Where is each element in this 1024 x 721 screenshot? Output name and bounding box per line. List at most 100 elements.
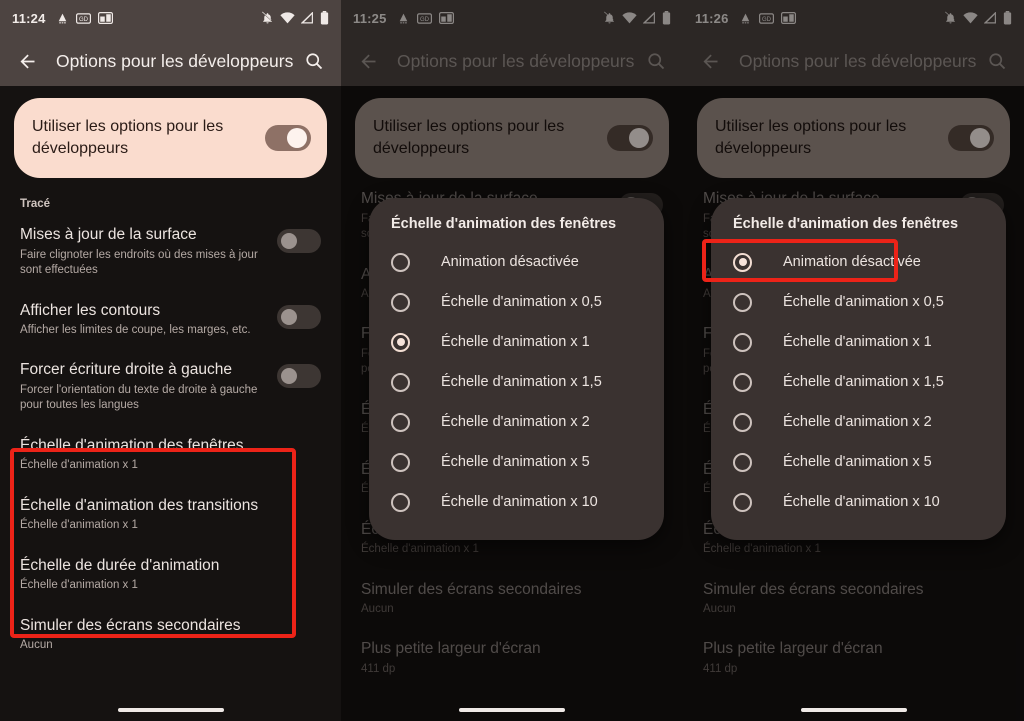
- dialog-option-scale-0-5[interactable]: Échelle d'animation x 0,5: [369, 282, 664, 322]
- dialog-option-scale-5[interactable]: Échelle d'animation x 5: [369, 442, 664, 482]
- screenshot-icon: [97, 12, 113, 24]
- dialog-option-scale-0-5[interactable]: Échelle d'animation x 0,5: [711, 282, 1006, 322]
- status-bar-system-icons: [261, 11, 329, 25]
- row-title: Forcer écriture droite à gauche: [20, 361, 232, 379]
- option-label: Échelle d'animation x 1,5: [441, 374, 602, 390]
- row-simulate-secondary-displays[interactable]: Simuler des écrans secondaires Aucun: [14, 605, 327, 665]
- gd-badge-icon: GD: [75, 12, 91, 24]
- radio-button-selected-icon[interactable]: [733, 252, 752, 272]
- row-title: Échelle de durée d'animation: [20, 556, 220, 574]
- row-transition-animation-scale[interactable]: Échelle d'animation des transitions Éche…: [14, 485, 327, 545]
- dialog-option-scale-2[interactable]: Échelle d'animation x 2: [369, 402, 664, 442]
- dialog-option-scale-1-5[interactable]: Échelle d'animation x 1,5: [369, 362, 664, 402]
- row-subtitle: Faire clignoter les endroits où des mise…: [20, 248, 258, 277]
- row-subtitle: Échelle d'animation x 1: [20, 459, 138, 472]
- row-subtitle: Forcer l'orientation du texte de droite …: [20, 383, 258, 412]
- row-subtitle: Échelle d'animation x 1: [20, 519, 138, 532]
- row-toggle[interactable]: [277, 229, 321, 254]
- row-title: Échelle d'animation des fenêtres: [20, 436, 244, 454]
- adb-icon: [56, 12, 69, 25]
- row-subtitle: Aucun: [20, 638, 53, 651]
- row-show-layout-bounds[interactable]: Afficher les contours Afficher les limit…: [14, 290, 327, 350]
- dialog-option-scale-2[interactable]: Échelle d'animation x 2: [711, 402, 1006, 442]
- master-toggle-card[interactable]: Utiliser les options pour les développeu…: [14, 98, 327, 179]
- dialog-option-scale-10[interactable]: Échelle d'animation x 10: [711, 482, 1006, 522]
- dialog-option-scale-10[interactable]: Échelle d'animation x 10: [369, 482, 664, 522]
- radio-button-icon[interactable]: [391, 252, 410, 272]
- row-toggle[interactable]: [277, 364, 321, 389]
- row-toggle[interactable]: [277, 304, 321, 329]
- option-label: Animation désactivée: [783, 254, 921, 270]
- radio-button-icon[interactable]: [391, 292, 410, 312]
- navigation-bar: [0, 699, 341, 721]
- search-icon[interactable]: [301, 48, 327, 74]
- dialog-title: Échelle d'animation des fenêtres: [733, 216, 959, 232]
- home-handle[interactable]: [117, 708, 224, 712]
- row-window-animation-scale[interactable]: Échelle d'animation des fenêtres Échelle…: [14, 425, 327, 485]
- section-header-trace: Tracé: [20, 198, 51, 211]
- dialog-option-animation-off[interactable]: Animation désactivée: [369, 242, 664, 282]
- window-animation-scale-dialog: Échelle d'animation des fenêtres Animati…: [711, 198, 1006, 540]
- row-subtitle: Afficher les limites de coupe, les marge…: [20, 323, 251, 336]
- option-label: Échelle d'animation x 10: [441, 494, 598, 510]
- radio-button-icon[interactable]: [733, 452, 752, 472]
- radio-button-icon[interactable]: [733, 412, 752, 432]
- master-toggle-label: Utiliser les options pour les développeu…: [32, 118, 224, 158]
- radio-button-icon[interactable]: [391, 412, 410, 432]
- option-label: Échelle d'animation x 1: [441, 334, 590, 350]
- radio-button-icon[interactable]: [733, 492, 752, 512]
- dialog-option-scale-5[interactable]: Échelle d'animation x 5: [711, 442, 1006, 482]
- screen-1-developer-options: 11:24 GD Options pour les développeurs U…: [0, 0, 341, 721]
- screen-3-animation-off-selected: 11:26 GD Options pour les développeurs U…: [683, 0, 1024, 721]
- radio-button-icon[interactable]: [391, 372, 410, 392]
- option-label: Échelle d'animation x 5: [441, 454, 590, 470]
- home-handle[interactable]: [459, 708, 565, 712]
- row-subtitle: Échelle d'animation x 1: [20, 579, 138, 592]
- dialog-option-scale-1[interactable]: Échelle d'animation x 1: [369, 322, 664, 362]
- radio-button-selected-icon[interactable]: [391, 332, 410, 352]
- screenshot-sequence: 11:24 GD Options pour les développeurs U…: [0, 0, 1024, 721]
- radio-button-icon[interactable]: [733, 292, 752, 312]
- navigation-bar: [683, 699, 1024, 721]
- status-bar: 11:24 GD: [0, 0, 341, 36]
- option-label: Échelle d'animation x 2: [783, 414, 932, 430]
- page-title: Options pour les développeurs: [56, 50, 294, 71]
- row-title: Mises à jour de la surface: [20, 226, 197, 244]
- notifications-off-icon: [261, 11, 274, 25]
- battery-icon: [320, 11, 329, 25]
- row-animator-duration-scale[interactable]: Échelle de durée d'animation Échelle d'a…: [14, 545, 327, 605]
- option-label: Échelle d'animation x 10: [783, 494, 940, 510]
- navigation-bar: [341, 699, 683, 721]
- app-bar: Options pour les développeurs: [0, 36, 341, 86]
- radio-button-icon[interactable]: [391, 452, 410, 472]
- option-label: Échelle d'animation x 1: [783, 334, 932, 350]
- signal-icon: [301, 12, 314, 24]
- radio-button-icon[interactable]: [733, 332, 752, 352]
- row-force-rtl[interactable]: Forcer écriture droite à gauche Forcer l…: [14, 349, 327, 424]
- dialog-title: Échelle d'animation des fenêtres: [391, 216, 617, 232]
- radio-button-icon[interactable]: [733, 372, 752, 392]
- row-surface-updates[interactable]: Mises à jour de la surface Faire clignot…: [14, 214, 327, 289]
- arrow-back-icon[interactable]: [14, 48, 40, 74]
- svg-text:GD: GD: [79, 16, 89, 22]
- option-label: Échelle d'animation x 1,5: [783, 374, 944, 390]
- wifi-icon: [280, 12, 295, 24]
- dialog-option-animation-off[interactable]: Animation désactivée: [711, 242, 1006, 282]
- dialog-option-scale-1[interactable]: Échelle d'animation x 1: [711, 322, 1006, 362]
- option-label: Animation désactivée: [441, 254, 579, 270]
- row-title: Simuler des écrans secondaires: [20, 616, 241, 634]
- settings-list-1[interactable]: Utiliser les options pour les développeu…: [0, 86, 341, 721]
- window-animation-scale-dialog: Échelle d'animation des fenêtres Animati…: [369, 198, 664, 540]
- row-title: Échelle d'animation des transitions: [20, 496, 259, 514]
- home-handle[interactable]: [800, 708, 907, 712]
- master-toggle-switch[interactable]: [265, 125, 311, 152]
- radio-button-icon[interactable]: [391, 492, 410, 512]
- dialog-option-scale-1-5[interactable]: Échelle d'animation x 1,5: [711, 362, 1006, 402]
- status-bar-clock: 11:24: [12, 10, 46, 26]
- screen-2-dialog-open: 11:25 GD Options pour les développeurs U…: [341, 0, 683, 721]
- option-label: Échelle d'animation x 0,5: [441, 294, 602, 310]
- row-title: Afficher les contours: [20, 301, 161, 319]
- option-label: Échelle d'animation x 5: [783, 454, 932, 470]
- option-label: Échelle d'animation x 0,5: [783, 294, 944, 310]
- status-bar-notification-icons: GD: [56, 12, 113, 25]
